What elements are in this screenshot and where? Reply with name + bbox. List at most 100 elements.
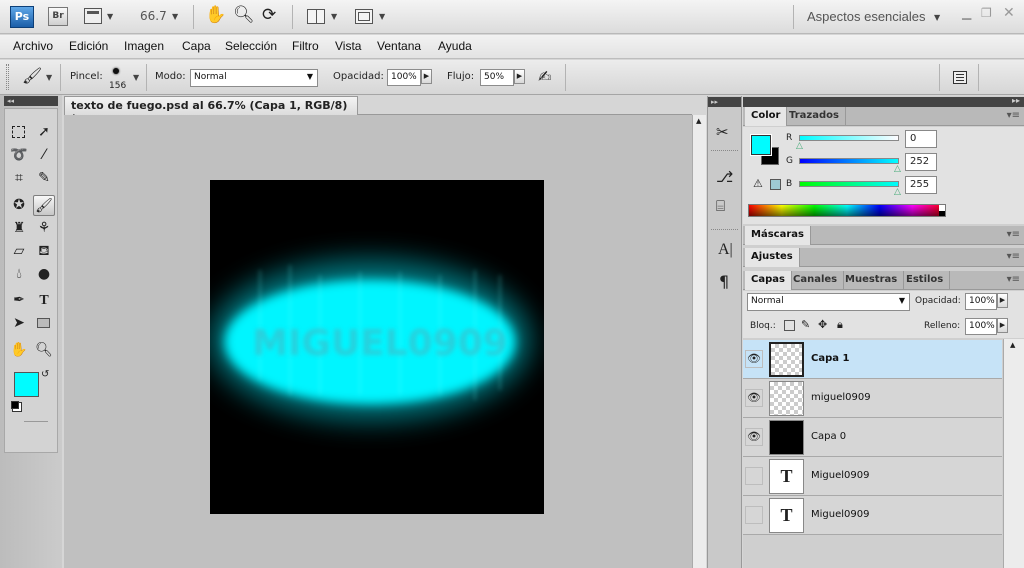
blend-mode-select[interactable]: Normal ▼ (747, 293, 910, 311)
workspace-switcher[interactable]: Aspectos esenciales (807, 9, 926, 24)
gamut-color-swatch[interactable] (770, 179, 781, 190)
collapse-panels-icon[interactable]: ▸▸ (1012, 96, 1020, 105)
move-tool-icon[interactable]: ➚ (33, 122, 55, 143)
swap-colors-icon[interactable]: ↺ (41, 369, 49, 380)
scroll-up-icon[interactable]: ▲ (1010, 341, 1015, 349)
lock-transparent-icon[interactable] (784, 320, 795, 331)
foreground-color-swatch[interactable] (750, 134, 772, 156)
airbrush-icon[interactable]: ✍ (538, 67, 551, 86)
visibility-eye-icon[interactable]: 👁︎ (745, 428, 763, 446)
marquee-tool-icon[interactable] (8, 122, 30, 143)
tab-capas[interactable]: Capas (745, 271, 792, 290)
pen-tool-icon[interactable]: ✒ (8, 290, 30, 311)
g-value-field[interactable]: 252 (905, 153, 937, 171)
lock-position-icon[interactable]: ✥ (818, 318, 827, 331)
healing-brush-tool-icon[interactable]: ✪ (8, 195, 30, 216)
character-icon[interactable]: A| (718, 241, 733, 259)
visibility-eye-icon[interactable]: 👁︎ (745, 350, 763, 368)
actions-icon[interactable]: ⌸ (716, 197, 725, 215)
menu-filtro[interactable]: Filtro (292, 39, 319, 53)
arrange-documents-icon[interactable] (307, 9, 325, 24)
tab-muestras[interactable]: Muestras (839, 271, 905, 290)
quick-mask-icon[interactable] (24, 421, 48, 433)
layer-row[interactable]: · T Miguel0909 (743, 496, 1002, 535)
screen-mode-icon[interactable] (355, 9, 373, 24)
lock-image-icon[interactable]: ✎ (801, 318, 810, 331)
chevron-down-icon[interactable]: ▼ (46, 73, 52, 82)
flow-field[interactable]: 50% (480, 69, 514, 86)
mode-select[interactable]: Normal ▼ (190, 69, 318, 87)
chevron-down-icon[interactable]: ▼ (133, 73, 139, 82)
panel-dock-header[interactable]: ▸▸ (743, 96, 1024, 107)
brush-preset-icon[interactable]: 🖌︎ (22, 66, 42, 85)
default-colors-icon[interactable] (11, 401, 19, 409)
lasso-tool-icon[interactable]: ➰ (8, 145, 30, 166)
tab-estilos[interactable]: Estilos (900, 271, 951, 290)
expand-dock-icon[interactable]: ▸▸ (708, 97, 741, 107)
chevron-down-icon[interactable]: ▼ (107, 12, 113, 21)
chevron-down-icon[interactable]: ▼ (379, 12, 385, 21)
zoom-level[interactable]: 66.7 (140, 9, 167, 23)
image-canvas[interactable]: MIGUEL0909 (210, 180, 544, 514)
chevron-down-icon[interactable]: ▼ (172, 12, 178, 21)
menu-ayuda[interactable]: Ayuda (438, 39, 472, 53)
collapse-tools-icon[interactable]: ◂◂ (4, 96, 58, 106)
minimize-icon[interactable]: ▁ (962, 6, 971, 20)
tab-color[interactable]: Color (745, 107, 788, 126)
opacity-slider-button[interactable]: ▶ (421, 69, 432, 84)
opacity-field[interactable]: 100% (387, 69, 421, 86)
eraser-tool-icon[interactable]: ▱ (8, 241, 30, 262)
layer-row[interactable]: 👁︎ Capa 0 (743, 418, 1002, 457)
path-selection-tool-icon[interactable]: ➤ (8, 313, 30, 334)
close-icon[interactable]: ✕ (1003, 5, 1015, 21)
r-slider-handle-icon[interactable]: △ (796, 141, 803, 151)
layer-opacity-slider-button[interactable]: ▶ (997, 293, 1008, 308)
blur-tool-icon[interactable]: 💧︎ (8, 264, 30, 285)
grip-handle[interactable] (6, 64, 9, 90)
menu-capa[interactable]: Capa (182, 39, 211, 53)
zoom-tool-icon[interactable]: 🔍︎ (33, 340, 55, 361)
menu-edicion[interactable]: Edición (69, 39, 108, 53)
b-slider-handle-icon[interactable]: △ (894, 187, 901, 197)
tab-canales[interactable]: Canales (787, 271, 845, 290)
panel-menu-icon[interactable]: ▾≡ (1007, 110, 1020, 121)
hand-tool-icon[interactable]: ✋ (8, 340, 30, 361)
history-brush-tool-icon[interactable]: ⚘ (33, 218, 55, 239)
tab-trazados[interactable]: Trazados (783, 107, 846, 126)
panel-menu-icon[interactable]: ▾≡ (1007, 251, 1020, 262)
chevron-down-icon[interactable]: ▼ (934, 13, 940, 22)
layer-row[interactable]: 👁︎ Capa 1 (743, 340, 1002, 379)
layer-opacity-field[interactable]: 100% (965, 293, 997, 310)
crop-tool-icon[interactable]: ⌗ (8, 168, 30, 189)
panel-toggle-icon[interactable] (953, 71, 967, 84)
b-slider[interactable] (799, 181, 899, 187)
menu-ventana[interactable]: Ventana (377, 39, 421, 53)
color-ramp[interactable] (748, 204, 946, 217)
hand-tool-icon[interactable]: ✋ (205, 5, 226, 25)
tab-mascaras[interactable]: Máscaras (745, 226, 811, 245)
visibility-toggle-empty[interactable]: · (745, 506, 763, 524)
panel-menu-icon[interactable]: ▾≡ (1007, 229, 1020, 240)
document-scrollbar[interactable]: ▲ (692, 115, 706, 568)
menu-seleccion[interactable]: Selección (225, 39, 277, 53)
tool-presets-icon[interactable]: ✂ (716, 123, 729, 141)
paragraph-icon[interactable]: ¶ (719, 272, 729, 291)
r-slider[interactable] (799, 135, 899, 141)
menu-vista[interactable]: Vista (335, 39, 361, 53)
visibility-toggle-empty[interactable]: · (745, 467, 763, 485)
panel-menu-icon[interactable]: ▾≡ (1007, 274, 1020, 285)
layers-scrollbar[interactable]: ▲ (1003, 339, 1024, 568)
tab-ajustes[interactable]: Ajustes (745, 248, 800, 267)
foreground-color-swatch[interactable] (14, 372, 39, 397)
document-tab[interactable]: texto de fuego.psd al 66.7% (Capa 1, RGB… (64, 96, 358, 125)
out-of-gamut-warning-icon[interactable]: ⚠ (753, 177, 763, 190)
g-slider-handle-icon[interactable]: △ (894, 164, 901, 174)
layer-row[interactable]: 👁︎ miguel0909 (743, 379, 1002, 418)
layer-row[interactable]: · T Miguel0909 (743, 457, 1002, 496)
dodge-tool-icon[interactable]: ● (33, 264, 55, 285)
history-icon[interactable]: ⎇ (716, 168, 733, 186)
menu-archivo[interactable]: Archivo (13, 39, 53, 53)
visibility-eye-icon[interactable]: 👁︎ (745, 389, 763, 407)
rectangle-tool-icon[interactable] (33, 313, 55, 334)
r-value-field[interactable]: 0 (905, 130, 937, 148)
